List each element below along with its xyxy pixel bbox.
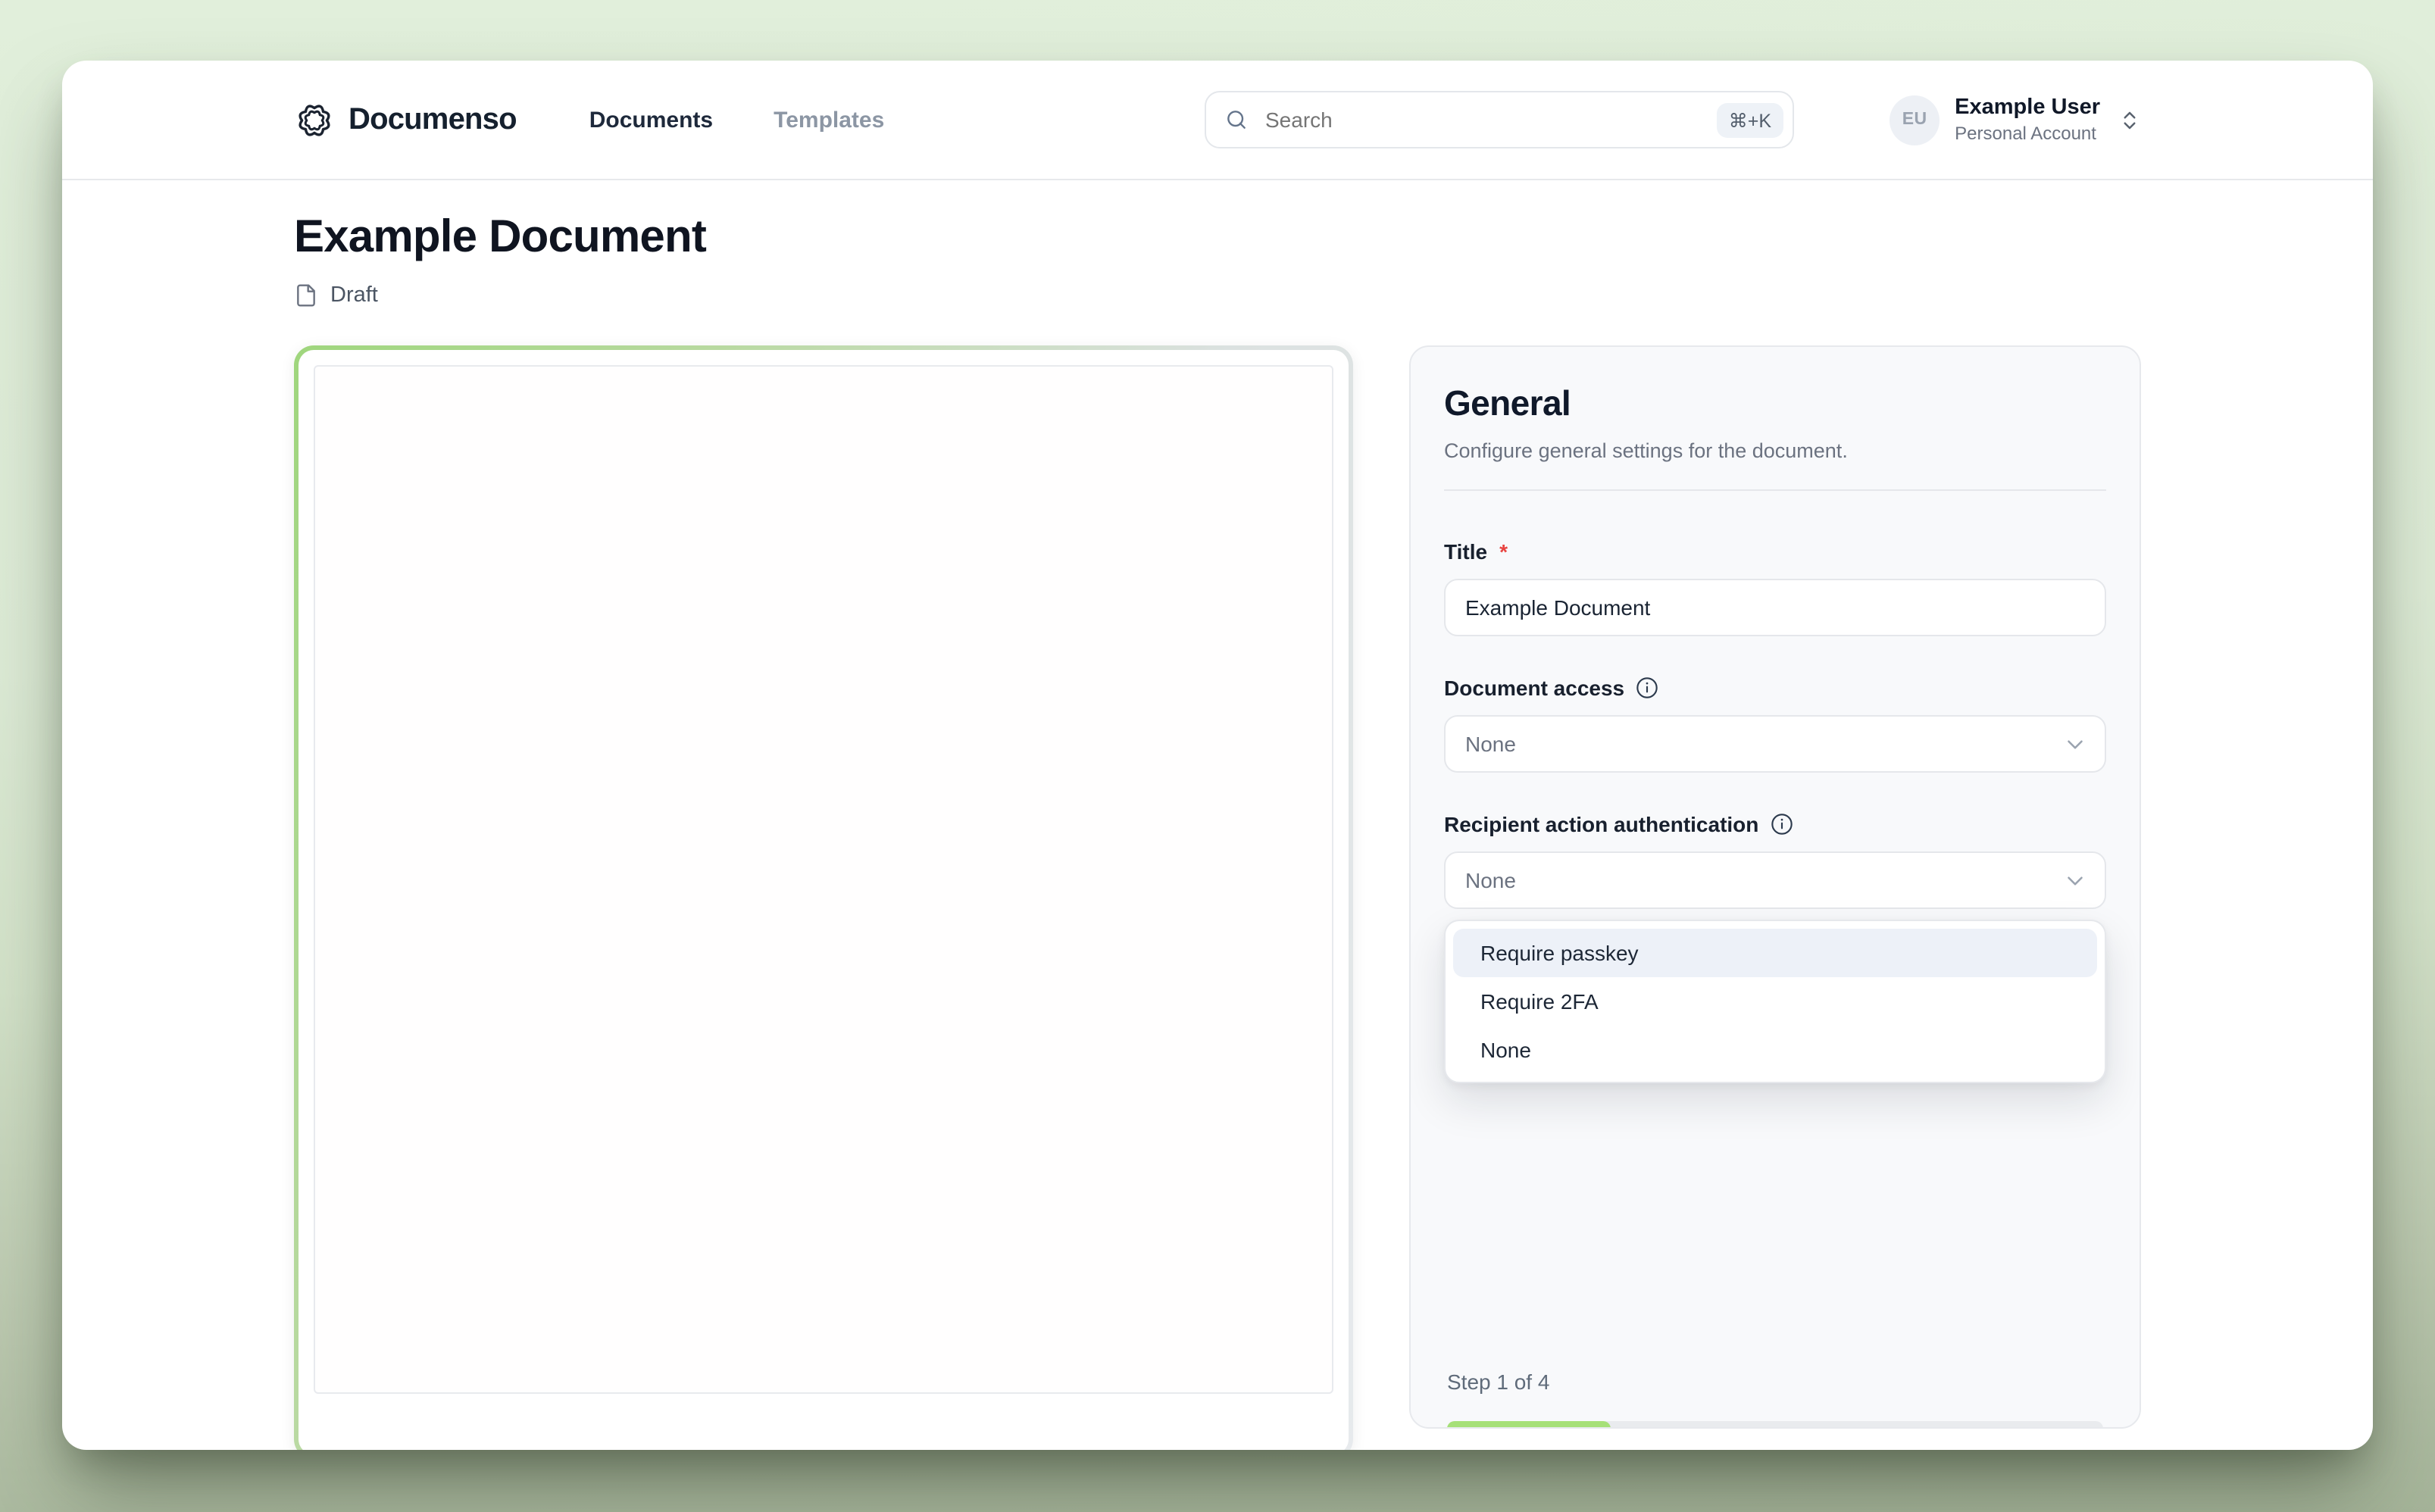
chevrons-up-down-icon	[2118, 108, 2141, 131]
search-icon	[1224, 108, 1249, 132]
general-settings-panel: General Configure general settings for t…	[1409, 345, 2141, 1429]
title-field-label: Title *	[1444, 539, 2106, 564]
logo-text: Documenso	[349, 102, 517, 136]
status-text: Draft	[330, 283, 378, 308]
dropdown-option-require-passkey[interactable]: Require passkey	[1453, 929, 2097, 977]
search-shortcut-badge: ⌘+K	[1716, 102, 1783, 137]
required-asterisk: *	[1499, 539, 1508, 564]
page-title: Example Document	[294, 212, 707, 262]
nav-templates[interactable]: Templates	[774, 107, 884, 133]
page-background: Documenso Documents Templates ⌘+K	[0, 0, 2435, 1512]
panel-title: General	[1444, 383, 1571, 423]
dropdown-option-require-2fa[interactable]: Require 2FA	[1453, 977, 2097, 1026]
document-preview-inner	[299, 350, 1349, 1450]
user-menu[interactable]: EU Example User Personal Account	[1890, 95, 2141, 145]
main-nav: Documents Templates	[589, 107, 885, 133]
user-name: Example User	[1955, 95, 2100, 120]
panel-subtitle: Configure general settings for the docum…	[1444, 439, 1848, 462]
title-input[interactable]	[1444, 579, 2106, 636]
info-icon	[1635, 676, 1659, 700]
chevron-down-icon	[2062, 731, 2088, 757]
app-window: Documenso Documents Templates ⌘+K	[62, 61, 2373, 1450]
recipient-auth-label: Recipient action authentication	[1444, 812, 2106, 836]
dropdown-option-none[interactable]: None	[1453, 1026, 2097, 1074]
search-input[interactable]	[1262, 106, 1717, 133]
recipient-auth-value: None	[1465, 868, 1516, 892]
document-access-label-text: Document access	[1444, 676, 1625, 700]
document-page	[314, 365, 1333, 1394]
recipient-auth-select[interactable]: None	[1444, 851, 2106, 909]
recipient-auth-label-text: Recipient action authentication	[1444, 812, 1759, 836]
panel-divider	[1444, 489, 2106, 491]
progress-bar	[1447, 1421, 2103, 1427]
avatar: EU	[1890, 95, 1940, 145]
search-bar[interactable]: ⌘+K	[1205, 91, 1794, 148]
document-access-label: Document access	[1444, 676, 2106, 700]
info-icon	[1769, 812, 1793, 836]
documenso-logo-icon	[294, 99, 335, 140]
document-access-select[interactable]: None	[1444, 715, 2106, 773]
file-icon	[294, 283, 318, 308]
user-meta: Example User Personal Account	[1955, 95, 2100, 145]
chevron-down-icon	[2062, 867, 2088, 893]
title-label-text: Title	[1444, 539, 1488, 564]
recipient-auth-dropdown: Require passkey Require 2FA None	[1444, 920, 2106, 1083]
app-header: Documenso Documents Templates ⌘+K	[62, 61, 2373, 180]
document-preview-card	[294, 345, 1353, 1450]
logo[interactable]: Documenso	[294, 99, 517, 140]
document-access-value: None	[1465, 732, 1516, 756]
nav-documents[interactable]: Documents	[589, 107, 713, 133]
step-indicator: Step 1 of 4	[1447, 1370, 1550, 1394]
document-status: Draft	[294, 283, 2141, 308]
user-account-type: Personal Account	[1955, 123, 2096, 144]
progress-fill	[1447, 1421, 1611, 1427]
